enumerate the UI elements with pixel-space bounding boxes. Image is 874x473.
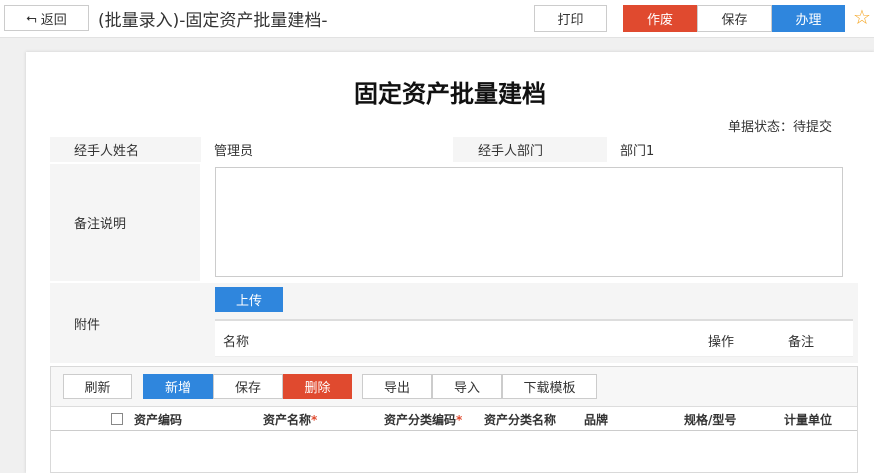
- col-asset-name-label: 资产名称: [263, 413, 312, 427]
- col-asset-code[interactable]: 资产编码: [134, 411, 182, 428]
- handler-name-label: 经手人姓名: [74, 144, 140, 159]
- print-button[interactable]: 打印: [534, 5, 607, 32]
- delete-button[interactable]: 删除: [283, 374, 352, 399]
- attachment-label: 附件: [74, 318, 101, 333]
- attachment-col-action: 操作: [708, 335, 735, 350]
- back-arrow-icon: ⮢: [26, 10, 37, 26]
- attachment-col-remark: 备注: [788, 335, 815, 350]
- import-button[interactable]: 导入: [432, 374, 502, 399]
- required-mark: *: [456, 413, 463, 427]
- add-button[interactable]: 新增: [143, 374, 213, 399]
- save-button[interactable]: 保存: [697, 5, 772, 32]
- export-button[interactable]: 导出: [362, 374, 432, 399]
- handler-row: 经手人姓名 管理员 经手人部门 部门1: [50, 137, 858, 162]
- col-spec-model[interactable]: 规格/型号: [684, 411, 736, 428]
- handler-dept-value: 部门1: [607, 137, 858, 162]
- col-category-name[interactable]: 资产分类名称: [484, 411, 556, 428]
- remark-textarea[interactable]: [215, 167, 843, 277]
- select-all-checkbox[interactable]: [111, 413, 123, 425]
- grid-column-header: 资产编码 资产名称* 资产分类编码* 资产分类名称 品牌 规格/型号 计量单位: [51, 407, 857, 431]
- void-button[interactable]: 作废: [623, 5, 697, 32]
- form-page: 固定资产批量建档 单据状态：待提交 经手人姓名 管理员 经手人部门 部门1 备注…: [26, 52, 874, 473]
- top-bar: ⮢ 返回 (批量录入)-固定资产批量建档- 打印 作废 保存 办理 ☆: [0, 0, 874, 38]
- col-brand[interactable]: 品牌: [584, 411, 608, 428]
- document-status: 单据状态：待提交: [727, 120, 832, 135]
- page-title: (批量录入)-固定资产批量建档-: [98, 11, 328, 31]
- grid-save-button[interactable]: 保存: [213, 374, 283, 399]
- download-template-button[interactable]: 下载模板: [502, 374, 597, 399]
- back-button[interactable]: ⮢ 返回: [4, 5, 89, 31]
- document-title: 固定资产批量建档: [354, 80, 546, 108]
- remark-label: 备注说明: [50, 164, 200, 281]
- attachment-col-name: 名称: [223, 335, 250, 350]
- star-outline-icon[interactable]: ☆: [850, 4, 874, 30]
- handle-button[interactable]: 办理: [772, 5, 845, 32]
- col-unit[interactable]: 计量单位: [784, 411, 832, 428]
- col-asset-name[interactable]: 资产名称*: [263, 411, 317, 428]
- asset-grid: 刷新 新增 保存 删除 导出 导入 下载模板 资产编码 资产名称* 资产分类编码…: [50, 366, 858, 473]
- col-category-code-label: 资产分类编码: [384, 413, 457, 427]
- refresh-button[interactable]: 刷新: [63, 374, 132, 399]
- upload-button[interactable]: 上传: [215, 287, 283, 312]
- handler-dept-label: 经手人部门: [478, 144, 544, 159]
- handler-name-value: 管理员: [201, 137, 453, 162]
- back-button-label: 返回: [40, 12, 67, 28]
- attachment-table-header: 名称 操作 备注: [215, 319, 853, 357]
- grid-toolbar: 刷新 新增 保存 删除 导出 导入 下载模板: [51, 367, 857, 407]
- col-category-code[interactable]: 资产分类编码*: [384, 411, 462, 428]
- required-mark: *: [311, 413, 318, 427]
